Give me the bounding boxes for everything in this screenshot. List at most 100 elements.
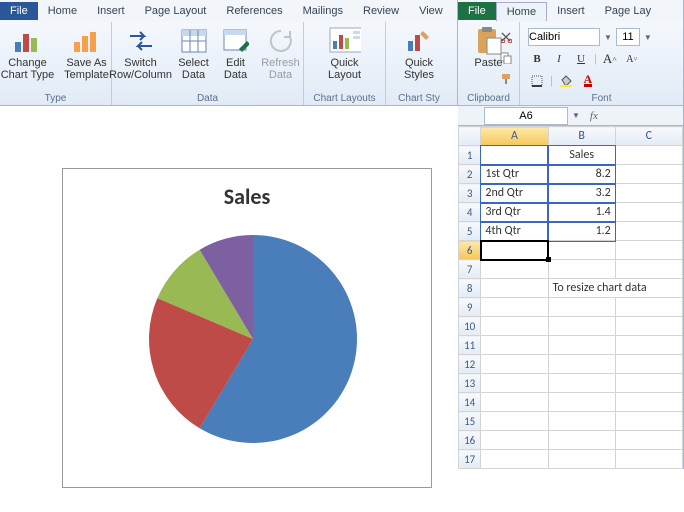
excel-tab-home[interactable]: Home bbox=[496, 2, 547, 21]
change-chart-type-button[interactable]: Change Chart Type bbox=[0, 26, 56, 81]
cell[interactable] bbox=[481, 317, 548, 336]
cell[interactable]: To resize chart data bbox=[548, 279, 682, 298]
cell[interactable] bbox=[615, 203, 682, 222]
cell[interactable] bbox=[548, 450, 615, 469]
switch-row-column-button[interactable]: Switch Row/Column bbox=[113, 26, 169, 81]
cell[interactable] bbox=[481, 336, 548, 355]
cell[interactable] bbox=[481, 146, 548, 165]
row-header[interactable]: 1 bbox=[459, 146, 481, 165]
cell[interactable] bbox=[481, 279, 548, 298]
col-header-b[interactable]: B bbox=[548, 127, 615, 146]
cell[interactable]: 2nd Qtr bbox=[481, 184, 548, 203]
select-all-corner[interactable] bbox=[459, 127, 481, 146]
cell[interactable] bbox=[548, 431, 615, 450]
cell[interactable] bbox=[615, 431, 682, 450]
name-box-dropdown-icon[interactable]: ▼ bbox=[568, 111, 584, 120]
cell[interactable] bbox=[615, 165, 682, 184]
excel-tab-page-layout[interactable]: Page Lay bbox=[595, 2, 661, 20]
row-header[interactable]: 14 bbox=[459, 393, 481, 412]
cell[interactable]: 4th Qtr bbox=[481, 222, 548, 241]
cell[interactable] bbox=[481, 298, 548, 317]
row-header[interactable]: 5 bbox=[459, 222, 481, 241]
tab-insert[interactable]: Insert bbox=[87, 2, 135, 20]
decrease-font-button[interactable]: A˅ bbox=[623, 50, 641, 68]
cell[interactable]: Sales bbox=[548, 146, 615, 165]
font-size-dropdown-icon[interactable]: ▼ bbox=[644, 33, 652, 42]
cell[interactable] bbox=[548, 374, 615, 393]
cell[interactable] bbox=[615, 184, 682, 203]
increase-font-button[interactable]: A˄ bbox=[601, 50, 619, 68]
cell[interactable] bbox=[548, 355, 615, 374]
worksheet[interactable]: A B C 1 Sales 21st Qtr8.2 32nd Qtr3.2 43r… bbox=[458, 126, 683, 469]
tab-references[interactable]: References bbox=[216, 2, 292, 20]
cell[interactable] bbox=[481, 374, 548, 393]
tab-view[interactable]: View bbox=[409, 2, 453, 20]
fill-color-button[interactable] bbox=[557, 72, 575, 90]
cell[interactable] bbox=[548, 298, 615, 317]
row-header[interactable]: 6 bbox=[459, 241, 481, 260]
underline-button[interactable]: U bbox=[572, 50, 590, 68]
font-color-button[interactable]: A bbox=[579, 72, 597, 90]
row-header[interactable]: 3 bbox=[459, 184, 481, 203]
bold-button[interactable]: B bbox=[528, 50, 546, 68]
cell[interactable]: 8.2 bbox=[548, 165, 615, 184]
cell[interactable] bbox=[548, 260, 615, 279]
cut-button[interactable] bbox=[497, 28, 515, 46]
row-header[interactable]: 13 bbox=[459, 374, 481, 393]
cell[interactable]: 3rd Qtr bbox=[481, 203, 548, 222]
cell[interactable] bbox=[548, 412, 615, 431]
fx-icon[interactable]: fx bbox=[584, 110, 604, 122]
row-header[interactable]: 2 bbox=[459, 165, 481, 184]
cell[interactable] bbox=[615, 241, 682, 260]
cell[interactable] bbox=[615, 146, 682, 165]
row-header[interactable]: 12 bbox=[459, 355, 481, 374]
row-header[interactable]: 16 bbox=[459, 431, 481, 450]
excel-tab-file[interactable]: File bbox=[458, 2, 496, 20]
tab-mailings[interactable]: Mailings bbox=[293, 2, 353, 20]
row-header[interactable]: 15 bbox=[459, 412, 481, 431]
format-painter-button[interactable] bbox=[497, 70, 515, 88]
cell[interactable]: 1st Qtr bbox=[481, 165, 548, 184]
cell[interactable] bbox=[615, 336, 682, 355]
row-header[interactable]: 17 bbox=[459, 450, 481, 469]
select-data-button[interactable]: Select Data bbox=[175, 26, 213, 81]
cell[interactable] bbox=[548, 241, 615, 260]
quick-layout-button[interactable]: Quick Layout bbox=[318, 26, 372, 81]
cell[interactable] bbox=[615, 317, 682, 336]
cell[interactable] bbox=[615, 374, 682, 393]
cell[interactable] bbox=[548, 317, 615, 336]
row-header[interactable]: 8 bbox=[459, 279, 481, 298]
cell[interactable] bbox=[615, 412, 682, 431]
font-name-input[interactable] bbox=[528, 28, 600, 46]
font-size-input[interactable] bbox=[616, 28, 640, 46]
cell[interactable] bbox=[615, 222, 682, 241]
row-header[interactable]: 7 bbox=[459, 260, 481, 279]
save-as-template-button[interactable]: Save As Template bbox=[62, 26, 112, 81]
col-header-c[interactable]: C bbox=[615, 127, 682, 146]
cell[interactable] bbox=[615, 393, 682, 412]
cell[interactable] bbox=[481, 412, 548, 431]
row-header[interactable]: 11 bbox=[459, 336, 481, 355]
italic-button[interactable]: I bbox=[550, 50, 568, 68]
cell[interactable] bbox=[615, 355, 682, 374]
edit-data-button[interactable]: Edit Data bbox=[219, 26, 253, 81]
cell[interactable] bbox=[481, 393, 548, 412]
cell[interactable] bbox=[548, 393, 615, 412]
font-name-dropdown-icon[interactable]: ▼ bbox=[604, 33, 612, 42]
copy-button[interactable] bbox=[497, 49, 515, 67]
cell[interactable]: 3.2 bbox=[548, 184, 615, 203]
cell[interactable] bbox=[481, 450, 548, 469]
name-box-input[interactable] bbox=[484, 107, 568, 125]
cell[interactable]: 1.4 bbox=[548, 203, 615, 222]
row-header[interactable]: 10 bbox=[459, 317, 481, 336]
tab-file[interactable]: File bbox=[0, 2, 38, 20]
tab-page-layout[interactable]: Page Layout bbox=[135, 2, 217, 20]
row-header[interactable]: 4 bbox=[459, 203, 481, 222]
row-header[interactable]: 9 bbox=[459, 298, 481, 317]
tab-home[interactable]: Home bbox=[38, 2, 87, 20]
tab-review[interactable]: Review bbox=[353, 2, 409, 20]
cell-selected[interactable] bbox=[481, 241, 548, 260]
col-header-a[interactable]: A bbox=[481, 127, 548, 146]
quick-styles-button[interactable]: Quick Styles bbox=[398, 26, 440, 81]
cell[interactable] bbox=[481, 260, 548, 279]
